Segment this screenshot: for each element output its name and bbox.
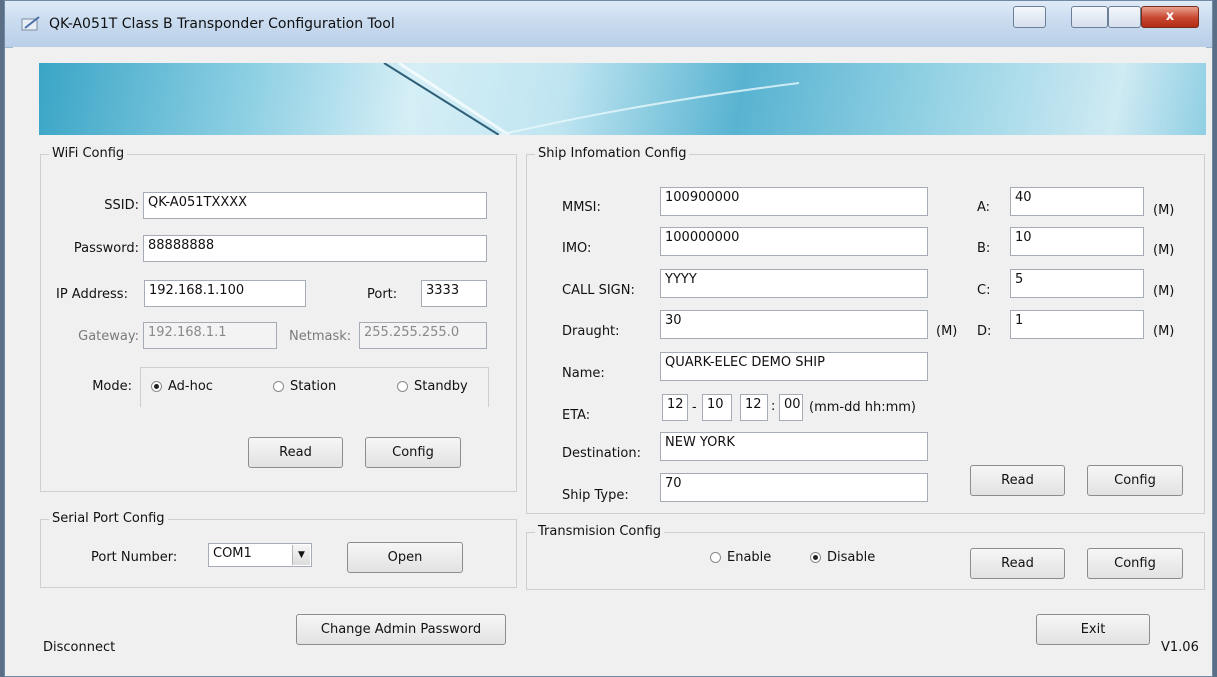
draught-label: Draught: (562, 324, 620, 339)
gateway-input: 192.168.1.1 (143, 322, 277, 349)
ssid-input[interactable]: QK-A051TXXXX (143, 192, 487, 219)
eta-hour-input[interactable]: 12 (740, 394, 768, 421)
dim-a-unit: (M) (1153, 203, 1175, 218)
dim-b-label: B: (977, 241, 991, 256)
imo-input[interactable]: 100000000 (660, 227, 928, 256)
eta-month-input[interactable]: 12 (662, 394, 688, 421)
dim-d-label: D: (977, 324, 992, 339)
radio-icon (397, 381, 408, 392)
app-window: QK-A051T Class B Transponder Configurati… (4, 0, 1213, 677)
serial-port-group: Serial Port Config Port Number: COM1 ▼ O… (40, 511, 517, 588)
dim-a-input[interactable]: 40 (1010, 187, 1144, 216)
password-label: Password: (73, 241, 139, 256)
destination-input[interactable]: NEW YORK (660, 432, 928, 461)
client-area: WiFi Config SSID: QK-A051TXXXX Password:… (13, 47, 1206, 672)
banner-graphic (383, 63, 800, 135)
destination-label: Destination: (562, 446, 641, 461)
port-number-select[interactable]: COM1 ▼ (208, 543, 312, 567)
serial-port-legend: Serial Port Config (49, 511, 168, 526)
mode-radio-group: Ad-hoc Station Standby (140, 367, 489, 407)
eta-minute-input[interactable]: 00 (779, 394, 803, 421)
ship-read-button[interactable]: Read (970, 465, 1065, 496)
serial-open-button[interactable]: Open (347, 542, 463, 573)
mmsi-input[interactable]: 100900000 (660, 187, 928, 216)
eta-label: ETA: (562, 408, 591, 423)
wifi-config-button[interactable]: Config (365, 437, 461, 468)
mode-standby-radio[interactable]: Standby (397, 379, 468, 394)
dim-c-input[interactable]: 5 (1010, 269, 1144, 298)
callsign-input[interactable]: YYYY (660, 269, 928, 298)
mode-adhoc-radio[interactable]: Ad-hoc (151, 379, 213, 394)
dim-b-unit: (M) (1153, 243, 1175, 258)
dim-c-unit: (M) (1153, 284, 1175, 299)
netmask-input: 255.255.255.0 (359, 322, 487, 349)
title-bar: QK-A051T Class B Transponder Configurati… (5, 1, 1212, 48)
imo-label: IMO: (562, 241, 592, 256)
wifi-config-group: WiFi Config SSID: QK-A051TXXXX Password:… (40, 146, 517, 492)
dim-c-label: C: (977, 283, 991, 298)
password-input[interactable]: 88888888 (143, 235, 487, 262)
ssid-label: SSID: (104, 198, 139, 213)
draught-unit-label: (M) (936, 324, 958, 339)
radio-icon (710, 552, 721, 563)
ship-info-group: Ship Infomation Config MMSI: 100900000 I… (526, 146, 1205, 514)
draught-input[interactable]: 30 (660, 310, 928, 339)
radio-selected-icon (151, 381, 162, 392)
connection-status: Disconnect (43, 640, 116, 655)
close-button[interactable]: x (1141, 6, 1199, 28)
transmission-disable-radio[interactable]: Disable (810, 550, 875, 565)
wifi-read-button[interactable]: Read (248, 437, 343, 468)
chevron-down-icon[interactable]: ▼ (292, 545, 310, 565)
ip-address-input[interactable]: 192.168.1.100 (144, 280, 306, 307)
transmission-config-button[interactable]: Config (1087, 548, 1183, 579)
ship-name-input[interactable]: QUARK-ELEC DEMO SHIP (660, 352, 928, 381)
ship-info-legend: Ship Infomation Config (535, 146, 690, 161)
minimize-button[interactable] (1071, 6, 1108, 28)
dim-d-input[interactable]: 1 (1010, 310, 1144, 339)
eta-format-hint: (mm-dd hh:mm) (809, 400, 916, 415)
restore-icon[interactable] (1013, 6, 1046, 28)
name-label: Name: (562, 366, 605, 381)
dim-a-label: A: (977, 200, 991, 215)
port-label: Port: (367, 287, 398, 302)
maximize-button[interactable] (1108, 6, 1141, 28)
app-icon (21, 16, 40, 31)
radio-selected-icon (810, 552, 821, 563)
dim-b-input[interactable]: 10 (1010, 227, 1144, 256)
transmission-enable-radio[interactable]: Enable (710, 550, 771, 565)
eta-day-input[interactable]: 10 (702, 394, 732, 421)
change-admin-password-button[interactable]: Change Admin Password (296, 614, 506, 645)
ship-type-label: Ship Type: (562, 488, 629, 503)
radio-icon (273, 381, 284, 392)
port-number-label: Port Number: (91, 550, 178, 565)
mode-label: Mode: (92, 379, 132, 394)
dim-d-unit: (M) (1153, 324, 1175, 339)
ship-type-input[interactable]: 70 (660, 473, 928, 502)
eta-colon: : (771, 399, 776, 414)
version-label: V1.06 (1161, 640, 1199, 655)
mmsi-label: MMSI: (562, 200, 601, 215)
callsign-label: CALL SIGN: (562, 283, 635, 298)
window-title: QK-A051T Class B Transponder Configurati… (49, 16, 395, 32)
transmission-group: Transmision Config Enable Disable Read C… (526, 524, 1205, 590)
header-banner (39, 63, 1206, 135)
port-input[interactable]: 3333 (421, 280, 487, 307)
exit-button[interactable]: Exit (1036, 614, 1150, 645)
ship-config-button[interactable]: Config (1087, 465, 1183, 496)
netmask-label: Netmask: (289, 329, 352, 344)
transmission-legend: Transmision Config (535, 524, 665, 539)
eta-dash: - (692, 400, 697, 415)
wifi-config-legend: WiFi Config (49, 146, 128, 161)
mode-station-radio[interactable]: Station (273, 379, 336, 394)
transmission-read-button[interactable]: Read (970, 548, 1065, 579)
ip-address-label: IP Address: (56, 287, 128, 302)
gateway-label: Gateway: (78, 329, 139, 344)
